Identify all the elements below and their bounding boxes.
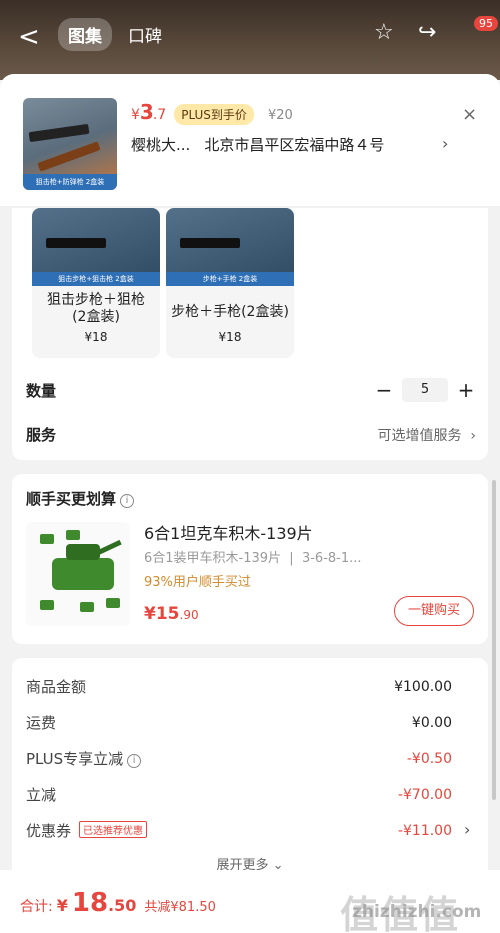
one-click-buy-button[interactable]: 一键购买: [394, 596, 474, 626]
share-icon[interactable]: ↪: [418, 20, 436, 45]
service-label: 服务: [26, 426, 57, 444]
watermark-url: zhizhizhi.com: [352, 902, 482, 922]
product-header-background: < 图集 口碑 ☆ ↪ 95: [0, 0, 500, 80]
order-total: 合计: ¥ 18 .50 共减¥81.50: [20, 888, 216, 918]
summary-label: 商品金额: [26, 678, 87, 696]
recipient-name: 樱桃大...: [131, 136, 191, 154]
addon-price: ¥15.90: [144, 604, 199, 624]
chevron-right-icon: ›: [470, 427, 476, 444]
summary-row-coupon[interactable]: 优惠券 已选推荐优惠 -¥11.00: [26, 820, 452, 841]
total-label: 合计:: [20, 899, 53, 915]
block-illustration: [40, 600, 54, 610]
option-label: 步枪＋手枪(2盒装): [171, 304, 289, 320]
addon-product-name[interactable]: 6合1坦克车积木-139片: [144, 520, 313, 544]
quantity-stepper: − 5 +: [374, 378, 476, 402]
quantity-label: 数量: [26, 381, 57, 400]
addon-title: 顺手买更划算 i: [26, 488, 135, 509]
back-icon[interactable]: <: [18, 22, 40, 52]
block-illustration: [80, 602, 94, 612]
option-price: ¥18: [218, 330, 242, 344]
summary-label: 运费: [26, 714, 57, 732]
coupon-tag: 已选推荐优惠: [79, 821, 148, 838]
thumbnail-caption: 狙击枪+防弹枪 2盒装: [23, 174, 117, 190]
total-integer: 18: [71, 888, 109, 918]
summary-label: 立减: [26, 786, 57, 804]
message-count-badge: 95: [474, 16, 498, 31]
summary-row-shipping: 运费 ¥0.00: [26, 712, 452, 733]
product-thumbnail: 狙击枪+防弹枪 2盒装: [23, 98, 117, 190]
summary-label: 优惠券 已选推荐优惠: [26, 820, 148, 841]
scrollbar[interactable]: [492, 480, 496, 800]
service-row[interactable]: 服务 可选增值服务 ›: [26, 424, 476, 445]
summary-value: -¥11.00: [397, 822, 452, 839]
close-icon[interactable]: ×: [462, 104, 477, 125]
addon-recommendation-card: 顺手买更划算 i 6合1坦克车积木-139片 6合1装甲车积木-139片 | 3-…: [12, 474, 488, 644]
summary-value: ¥100.00: [394, 678, 452, 695]
total-currency: ¥: [56, 896, 68, 915]
gun-illustration: [28, 123, 90, 143]
price-decimal: .7: [152, 107, 167, 123]
header-tabs: 图集 口碑: [58, 18, 172, 51]
option-image-caption: 狙击步枪+狙击枪 2盒装: [32, 272, 160, 286]
original-price: ¥20: [267, 108, 293, 123]
summary-row-plus-discount: PLUS专享立减 i -¥0.50: [26, 748, 452, 769]
addon-product-image[interactable]: [26, 522, 130, 626]
info-icon[interactable]: i: [127, 754, 142, 768]
address-text: 北京市昌平区宏福中路４号: [204, 136, 385, 154]
favorite-star-icon[interactable]: ☆: [374, 20, 394, 45]
summary-row-instant-discount: 立减 -¥70.00: [26, 784, 452, 805]
spec-options-panel: 狙击步枪+狙击枪 2盒装 狙击步枪＋狙枪 (2盒装) ¥18 步枪+手枪 2盒装…: [12, 208, 488, 460]
option-price: ¥18: [84, 330, 108, 344]
price-row: ¥ 3 .7 PLUS到手价 ¥20: [131, 100, 293, 125]
block-illustration: [66, 530, 80, 540]
block-illustration: [106, 598, 120, 608]
quantity-input[interactable]: 5: [402, 378, 448, 402]
option-image-caption: 步枪+手枪 2盒装: [166, 272, 294, 286]
chevron-right-icon[interactable]: ›: [442, 134, 448, 153]
option-image: 狙击步枪+狙击枪 2盒装: [32, 208, 160, 286]
tab-gallery[interactable]: 图集: [58, 18, 112, 51]
summary-value: -¥70.00: [397, 786, 452, 803]
summary-value: ¥0.00: [411, 714, 452, 731]
tab-reviews[interactable]: 口碑: [118, 18, 172, 51]
gun-illustration: [46, 238, 106, 248]
addon-product-spec: 6合1装甲车积木-139片 | 3-6-8-1...: [144, 551, 362, 566]
addon-purchase-stat: 93%用户顺手买过: [144, 575, 251, 590]
plus-button[interactable]: +: [456, 378, 476, 402]
option-image: 步枪+手枪 2盒装: [166, 208, 294, 286]
summary-label: PLUS专享立减 i: [26, 748, 142, 769]
sheet-product-summary: 狙击枪+防弹枪 2盒装 ¥ 3 .7 PLUS到手价 ¥20 樱桃大... 北京…: [0, 74, 500, 206]
plus-price-tag: PLUS到手价: [174, 104, 254, 125]
option-card-sniper[interactable]: 狙击步枪+狙击枪 2盒装 狙击步枪＋狙枪 (2盒装) ¥18: [32, 208, 160, 358]
rifle-illustration: [37, 141, 101, 172]
chevron-right-icon[interactable]: ›: [464, 820, 470, 839]
option-label: 狙击步枪＋狙枪 (2盒装): [47, 292, 145, 325]
option-card-rifle-pistol[interactable]: 步枪+手枪 2盒装 步枪＋手枪(2盒装) ¥18: [166, 208, 294, 358]
price-summary-card: 商品金额 ¥100.00 运费 ¥0.00 PLUS专享立减 i -¥0.50 立…: [12, 658, 488, 878]
spec-selection-sheet: 狙击枪+防弹枪 2盒装 ¥ 3 .7 PLUS到手价 ¥20 樱桃大... 北京…: [0, 74, 500, 933]
quantity-row: 数量 − 5 +: [26, 378, 476, 402]
info-icon[interactable]: i: [120, 494, 135, 508]
total-decimal: .50: [108, 896, 137, 915]
total-savings: 共减¥81.50: [144, 900, 216, 915]
tank-illustration: [52, 558, 114, 590]
service-value: 可选增值服务 ›: [377, 427, 476, 444]
gun-illustration: [180, 238, 240, 248]
price-currency: ¥: [131, 107, 140, 123]
block-illustration: [40, 534, 54, 544]
summary-row-goods: 商品金额 ¥100.00: [26, 676, 452, 697]
delivery-address[interactable]: 樱桃大... 北京市昌平区宏福中路４号: [131, 134, 461, 155]
minus-button[interactable]: −: [374, 378, 394, 402]
price-integer: 3: [139, 100, 154, 124]
summary-value: -¥0.50: [406, 750, 452, 767]
